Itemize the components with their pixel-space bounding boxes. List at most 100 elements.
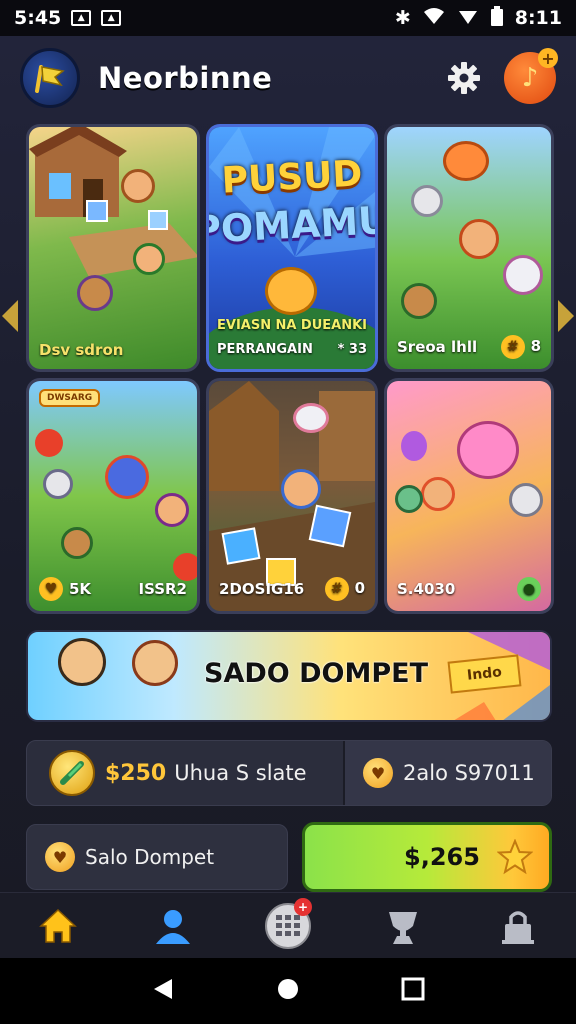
card-caption: Sreoa lhll #8 bbox=[397, 335, 541, 359]
promo-sub-mid: NA DUEANKI bbox=[275, 318, 367, 333]
recents-icon[interactable] bbox=[400, 976, 426, 1006]
banner-title: SADO DOMPET bbox=[204, 658, 428, 689]
cat-figure bbox=[43, 469, 73, 499]
gem-coin-icon bbox=[49, 750, 95, 796]
pink-monster-figure bbox=[457, 421, 519, 479]
promo-subtitle-2: PERRANGAIN * 33 bbox=[217, 342, 367, 357]
balance-secondary-value: 2alo S97011 bbox=[403, 761, 535, 785]
nav-lock[interactable] bbox=[488, 896, 548, 956]
character-figure bbox=[401, 283, 437, 319]
system-nav-bar bbox=[0, 958, 576, 1024]
card-caption: 2DOSIG16 #0 bbox=[219, 577, 365, 601]
game-card-meadow[interactable]: DWSARG ♥ 5K ISSR2 bbox=[26, 378, 200, 614]
promo-sub-left: EVIASN bbox=[217, 318, 272, 333]
bird-figure bbox=[293, 403, 329, 433]
character-figure bbox=[459, 219, 499, 259]
card-caption-left: 5K bbox=[69, 580, 92, 598]
home-icon bbox=[38, 908, 77, 943]
cat-figure bbox=[411, 185, 443, 217]
signal-icon bbox=[457, 7, 479, 30]
plus-icon: + bbox=[538, 48, 558, 68]
elf-character-figure bbox=[58, 638, 106, 686]
coin-icon: # bbox=[500, 335, 525, 359]
farm-house-illustration bbox=[29, 127, 197, 277]
card-caption-left: Sreoa lhll bbox=[397, 338, 478, 356]
cash-button[interactable]: $,265 bbox=[302, 822, 552, 892]
cash-value: $,265 bbox=[404, 843, 480, 871]
wifi-icon bbox=[423, 7, 445, 30]
cat-figure bbox=[509, 483, 543, 517]
wallet-promo-banner[interactable]: SADO DOMPET Indo bbox=[26, 630, 552, 722]
balance-amount: $250 bbox=[105, 760, 167, 786]
card-caption: ♥ 5K ISSR2 bbox=[39, 577, 187, 601]
heart-coin-icon: ♥ bbox=[363, 758, 393, 788]
nav-grid[interactable]: + bbox=[258, 896, 318, 956]
gear-icon[interactable] bbox=[442, 56, 486, 100]
card-caption-right: #0 bbox=[324, 577, 365, 601]
nav-trophy[interactable] bbox=[373, 896, 433, 956]
star-icon bbox=[496, 838, 534, 879]
balance-secondary[interactable]: ♥ 2alo S97011 bbox=[345, 741, 551, 805]
trophy-icon bbox=[389, 911, 418, 944]
game-card-farm[interactable]: Dsv sdron bbox=[26, 124, 200, 372]
character-figure bbox=[61, 527, 93, 559]
game-card-workshop[interactable]: 2DOSIG16 #0 bbox=[206, 378, 378, 614]
back-icon[interactable] bbox=[150, 976, 176, 1006]
character-figure bbox=[421, 477, 455, 511]
character-figure bbox=[281, 469, 321, 509]
character-figure bbox=[77, 275, 113, 311]
user-icon bbox=[155, 909, 190, 944]
nav-home[interactable] bbox=[28, 896, 88, 956]
heart-coin-icon: ♥ bbox=[45, 842, 75, 872]
carousel-right-arrow-icon[interactable] bbox=[558, 286, 576, 346]
wallet-button[interactable]: ♥ Salo Dompet bbox=[26, 824, 288, 890]
status-bar: 5:45 ▲ ▲ ✱ 8:11 bbox=[0, 0, 576, 36]
character-figure bbox=[121, 169, 155, 203]
bird-figure bbox=[443, 141, 489, 181]
header: Neorbinne ♪ + bbox=[0, 36, 576, 120]
music-note-icon[interactable]: ♪ + bbox=[504, 48, 558, 104]
carousel-left-arrow-icon[interactable] bbox=[0, 286, 18, 346]
app-screen: Neorbinne ♪ + Dsv sdron PUSUD POMAMU! EV… bbox=[0, 36, 576, 958]
wallet-label: Salo Dompet bbox=[85, 845, 215, 869]
card-caption-left: S.4030 bbox=[397, 580, 456, 598]
balance-label: Uhua S slate bbox=[174, 761, 307, 785]
promo-sub2-right: * 33 bbox=[337, 342, 367, 357]
battery-icon bbox=[490, 5, 503, 31]
app-logo-icon[interactable] bbox=[20, 48, 80, 108]
balance-panel: $250 Uhua S slate ♥ 2alo S97011 bbox=[26, 740, 552, 806]
card-caption-right: ISSR2 bbox=[138, 580, 187, 598]
status-clock: 8:11 bbox=[514, 7, 562, 29]
balloon-figure bbox=[35, 429, 63, 457]
bottom-nav: + bbox=[0, 892, 576, 958]
game-card-featured[interactable]: PUSUD POMAMU! EVIASN NA DUEANKI PERRANGA… bbox=[206, 124, 378, 372]
lock-icon bbox=[502, 910, 535, 944]
card-caption: Dsv sdron bbox=[39, 341, 187, 359]
game-card-adventure[interactable]: Sreoa lhll #8 bbox=[384, 124, 554, 372]
promo-subtitle: EVIASN NA DUEANKI bbox=[217, 318, 367, 333]
game-card-party[interactable]: S.4030 ● bbox=[384, 378, 554, 614]
card-tag: DWSARG bbox=[39, 389, 101, 407]
coin-icon: # bbox=[324, 577, 349, 601]
boy-character-figure bbox=[132, 640, 178, 686]
notification-badge: + bbox=[293, 897, 312, 916]
coin-icon: ● bbox=[517, 577, 541, 601]
status-time: 5:45 bbox=[14, 7, 62, 29]
character-figure bbox=[155, 493, 189, 527]
app-title: Neorbinne bbox=[98, 61, 273, 95]
card-caption-right: #8 bbox=[500, 335, 541, 359]
promo-sub2-left: PERRANGAIN bbox=[217, 342, 313, 357]
balloon-figure bbox=[401, 431, 427, 461]
notification-icon: ▲ bbox=[71, 10, 92, 26]
bluetooth-icon: ✱ bbox=[394, 7, 411, 29]
character-figure bbox=[133, 243, 165, 275]
gallery-icon: ▲ bbox=[101, 10, 122, 26]
heart-coin-icon: ♥ bbox=[39, 577, 63, 601]
promo-title-top: PUSUD bbox=[220, 153, 364, 202]
cat-figure bbox=[503, 255, 543, 295]
robot-figure bbox=[105, 455, 149, 499]
balance-main[interactable]: $250 Uhua S slate bbox=[27, 741, 345, 805]
nav-profile[interactable] bbox=[143, 896, 203, 956]
cat-figure bbox=[395, 485, 423, 513]
home-circle-icon[interactable] bbox=[275, 976, 301, 1006]
